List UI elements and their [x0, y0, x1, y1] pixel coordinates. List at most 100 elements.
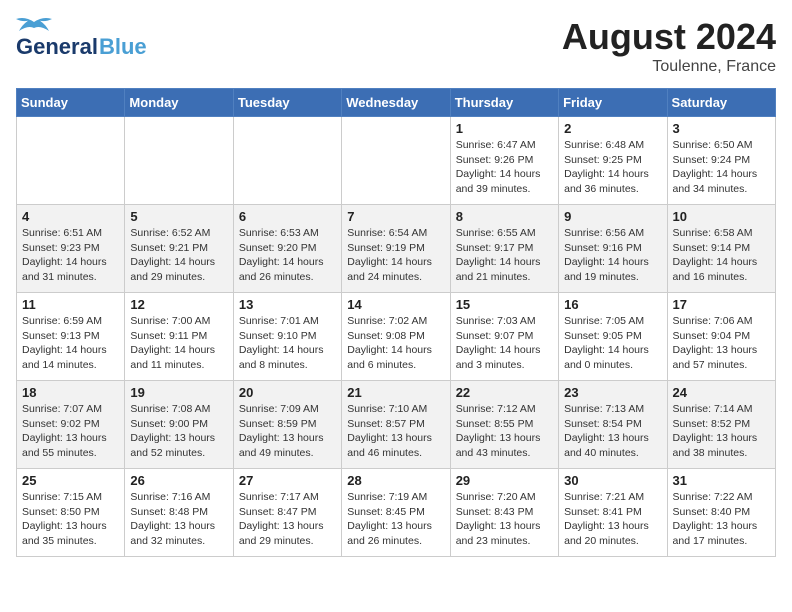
month-year-title: August 2024 [562, 16, 776, 58]
calendar-cell: 29Sunrise: 7:20 AM Sunset: 8:43 PM Dayli… [450, 469, 558, 557]
day-info: Sunrise: 7:20 AM Sunset: 8:43 PM Dayligh… [456, 490, 553, 549]
location-subtitle: Toulenne, France [562, 58, 776, 76]
day-number: 4 [22, 209, 119, 224]
day-number: 27 [239, 473, 336, 488]
day-info: Sunrise: 6:53 AM Sunset: 9:20 PM Dayligh… [239, 226, 336, 285]
logo-general: General [16, 34, 98, 60]
day-info: Sunrise: 7:08 AM Sunset: 9:00 PM Dayligh… [130, 402, 227, 461]
day-info: Sunrise: 7:14 AM Sunset: 8:52 PM Dayligh… [673, 402, 770, 461]
header-wednesday: Wednesday [342, 89, 450, 117]
calendar-cell: 15 Sunrise: 7:03 AM Sunset: 9:07 PM Dayli… [450, 293, 558, 381]
day-info: Sunrise: 6:50 AM Sunset: 9:24 PM Dayligh… [673, 138, 770, 197]
day-number: 5 [130, 209, 227, 224]
day-number: 14 [347, 297, 444, 312]
day-number: 18 [22, 385, 119, 400]
calendar-cell: 12 Sunrise: 7:00 AM Sunset: 9:11 PM Dayli… [125, 293, 233, 381]
calendar-cell [17, 117, 125, 205]
calendar-cell: 18 Sunrise: 7:07 AM Sunset: 9:02 PM Dayli… [17, 381, 125, 469]
calendar-cell: 7Sunrise: 6:54 AM Sunset: 9:19 PM Daylig… [342, 205, 450, 293]
calendar-week-row: 11 Sunrise: 6:59 AM Sunset: 9:13 PM Dayli… [17, 293, 776, 381]
calendar-cell: 19 Sunrise: 7:08 AM Sunset: 9:00 PM Dayli… [125, 381, 233, 469]
header-tuesday: Tuesday [233, 89, 341, 117]
day-number: 10 [673, 209, 770, 224]
day-number: 11 [22, 297, 119, 312]
calendar-cell: 22Sunrise: 7:12 AM Sunset: 8:55 PM Dayli… [450, 381, 558, 469]
day-info: Sunrise: 6:47 AM Sunset: 9:26 PM Dayligh… [456, 138, 553, 197]
calendar-cell: 9 Sunrise: 6:56 AM Sunset: 9:16 PM Daylig… [559, 205, 667, 293]
header-thursday: Thursday [450, 89, 558, 117]
day-info: Sunrise: 6:59 AM Sunset: 9:13 PM Dayligh… [22, 314, 119, 373]
calendar-cell: 16Sunrise: 7:05 AM Sunset: 9:05 PM Dayli… [559, 293, 667, 381]
day-info: Sunrise: 6:56 AM Sunset: 9:16 PM Dayligh… [564, 226, 661, 285]
calendar-week-row: 18 Sunrise: 7:07 AM Sunset: 9:02 PM Dayli… [17, 381, 776, 469]
day-info: Sunrise: 7:10 AM Sunset: 8:57 PM Dayligh… [347, 402, 444, 461]
day-number: 3 [673, 121, 770, 136]
calendar-week-row: 1 Sunrise: 6:47 AM Sunset: 9:26 PM Daylig… [17, 117, 776, 205]
header-monday: Monday [125, 89, 233, 117]
day-number: 30 [564, 473, 661, 488]
day-number: 12 [130, 297, 227, 312]
calendar-cell: 17 Sunrise: 7:06 AM Sunset: 9:04 PM Dayli… [667, 293, 775, 381]
calendar-cell: 30 Sunrise: 7:21 AM Sunset: 8:41 PM Dayli… [559, 469, 667, 557]
calendar-cell: 5Sunrise: 6:52 AM Sunset: 9:21 PM Daylig… [125, 205, 233, 293]
day-number: 8 [456, 209, 553, 224]
calendar-week-row: 25Sunrise: 7:15 AM Sunset: 8:50 PM Dayli… [17, 469, 776, 557]
calendar-cell [233, 117, 341, 205]
calendar-cell: 11 Sunrise: 6:59 AM Sunset: 9:13 PM Dayli… [17, 293, 125, 381]
calendar-cell: 26Sunrise: 7:16 AM Sunset: 8:48 PM Dayli… [125, 469, 233, 557]
calendar-cell: 27 Sunrise: 7:17 AM Sunset: 8:47 PM Dayli… [233, 469, 341, 557]
day-info: Sunrise: 7:02 AM Sunset: 9:08 PM Dayligh… [347, 314, 444, 373]
calendar-cell: 20 Sunrise: 7:09 AM Sunset: 8:59 PM Dayli… [233, 381, 341, 469]
header-sunday: Sunday [17, 89, 125, 117]
day-number: 1 [456, 121, 553, 136]
day-info: Sunrise: 6:55 AM Sunset: 9:17 PM Dayligh… [456, 226, 553, 285]
day-number: 13 [239, 297, 336, 312]
day-info: Sunrise: 7:09 AM Sunset: 8:59 PM Dayligh… [239, 402, 336, 461]
day-number: 20 [239, 385, 336, 400]
calendar-cell: 1 Sunrise: 6:47 AM Sunset: 9:26 PM Daylig… [450, 117, 558, 205]
calendar-cell: 24 Sunrise: 7:14 AM Sunset: 8:52 PM Dayli… [667, 381, 775, 469]
calendar-cell: 28Sunrise: 7:19 AM Sunset: 8:45 PM Dayli… [342, 469, 450, 557]
day-number: 23 [564, 385, 661, 400]
day-info: Sunrise: 7:01 AM Sunset: 9:10 PM Dayligh… [239, 314, 336, 373]
day-info: Sunrise: 6:51 AM Sunset: 9:23 PM Dayligh… [22, 226, 119, 285]
day-info: Sunrise: 7:22 AM Sunset: 8:40 PM Dayligh… [673, 490, 770, 549]
day-number: 21 [347, 385, 444, 400]
day-info: Sunrise: 7:16 AM Sunset: 8:48 PM Dayligh… [130, 490, 227, 549]
day-info: Sunrise: 7:17 AM Sunset: 8:47 PM Dayligh… [239, 490, 336, 549]
day-info: Sunrise: 7:15 AM Sunset: 8:50 PM Dayligh… [22, 490, 119, 549]
calendar-cell: 6Sunrise: 6:53 AM Sunset: 9:20 PM Daylig… [233, 205, 341, 293]
day-info: Sunrise: 7:07 AM Sunset: 9:02 PM Dayligh… [22, 402, 119, 461]
calendar-cell: 10Sunrise: 6:58 AM Sunset: 9:14 PM Dayli… [667, 205, 775, 293]
day-info: Sunrise: 7:03 AM Sunset: 9:07 PM Dayligh… [456, 314, 553, 373]
title-block: August 2024 Toulenne, France [562, 16, 776, 76]
calendar-cell: 21 Sunrise: 7:10 AM Sunset: 8:57 PM Dayli… [342, 381, 450, 469]
day-number: 16 [564, 297, 661, 312]
logo-blue: Blue [99, 34, 147, 60]
calendar-cell [125, 117, 233, 205]
day-number: 19 [130, 385, 227, 400]
day-number: 17 [673, 297, 770, 312]
day-number: 9 [564, 209, 661, 224]
calendar-header-row: SundayMondayTuesdayWednesdayThursdayFrid… [17, 89, 776, 117]
day-info: Sunrise: 7:06 AM Sunset: 9:04 PM Dayligh… [673, 314, 770, 373]
day-info: Sunrise: 7:12 AM Sunset: 8:55 PM Dayligh… [456, 402, 553, 461]
calendar-cell: 25Sunrise: 7:15 AM Sunset: 8:50 PM Dayli… [17, 469, 125, 557]
calendar-cell: 23 Sunrise: 7:13 AM Sunset: 8:54 PM Dayli… [559, 381, 667, 469]
page-header: General Blue August 2024 Toulenne, Franc… [16, 16, 776, 76]
header-friday: Friday [559, 89, 667, 117]
day-number: 24 [673, 385, 770, 400]
day-number: 2 [564, 121, 661, 136]
day-number: 15 [456, 297, 553, 312]
calendar-cell: 3 Sunrise: 6:50 AM Sunset: 9:24 PM Daylig… [667, 117, 775, 205]
day-info: Sunrise: 7:13 AM Sunset: 8:54 PM Dayligh… [564, 402, 661, 461]
header-saturday: Saturday [667, 89, 775, 117]
calendar-cell: 8 Sunrise: 6:55 AM Sunset: 9:17 PM Daylig… [450, 205, 558, 293]
day-number: 28 [347, 473, 444, 488]
calendar-cell: 2 Sunrise: 6:48 AM Sunset: 9:25 PM Daylig… [559, 117, 667, 205]
day-info: Sunrise: 7:21 AM Sunset: 8:41 PM Dayligh… [564, 490, 661, 549]
calendar-week-row: 4 Sunrise: 6:51 AM Sunset: 9:23 PM Daylig… [17, 205, 776, 293]
day-info: Sunrise: 6:48 AM Sunset: 9:25 PM Dayligh… [564, 138, 661, 197]
calendar-cell [342, 117, 450, 205]
day-info: Sunrise: 7:00 AM Sunset: 9:11 PM Dayligh… [130, 314, 227, 373]
